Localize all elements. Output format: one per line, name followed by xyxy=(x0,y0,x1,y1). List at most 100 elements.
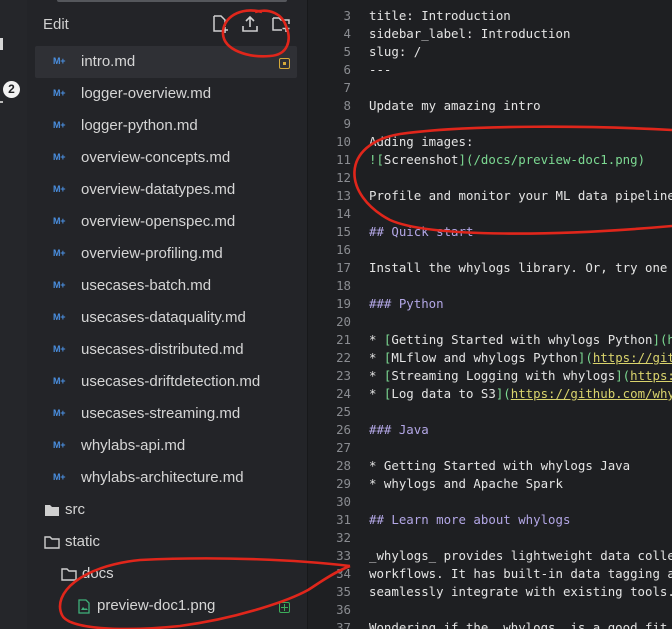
line-number: 32 xyxy=(336,530,351,545)
file-name: logger-python.md xyxy=(81,117,198,134)
line-number: 30 xyxy=(336,494,351,509)
folder-static[interactable]: static xyxy=(42,526,292,558)
code-line[interactable]: 10 Adding images: xyxy=(308,134,672,152)
code-line[interactable]: 9 xyxy=(308,116,672,134)
file-preview-doc1[interactable]: preview-doc1.png xyxy=(75,590,297,622)
markdown-icon: M+ xyxy=(53,184,66,194)
code-line[interactable]: 27 xyxy=(308,440,672,458)
file-item[interactable]: M+ logger-python.md xyxy=(35,110,297,142)
activity-bar: 2 xyxy=(0,0,28,629)
file-item[interactable]: M+ usecases-driftdetection.md xyxy=(35,366,297,398)
file-item[interactable]: M+ usecases-streaming.md xyxy=(35,398,297,430)
image-file-icon xyxy=(78,599,90,614)
code-line[interactable]: 29 * whylogs and Apache Spark xyxy=(308,476,672,494)
file-name: usecases-streaming.md xyxy=(81,405,241,422)
code-text: * [MLflow and whylogs Python](https://gi… xyxy=(369,350,672,365)
code-line[interactable]: 20 xyxy=(308,314,672,332)
code-line[interactable]: 6 --- xyxy=(308,62,672,80)
file-item[interactable]: M+ usecases-dataquality.md xyxy=(35,302,297,334)
code-line[interactable]: 3 title: Introduction xyxy=(308,8,672,26)
code-line[interactable]: 18 xyxy=(308,278,672,296)
code-line[interactable]: 5 slug: / xyxy=(308,44,672,62)
code-line[interactable]: 23 * [Streaming Logging with whylogs](htt… xyxy=(308,368,672,386)
line-number: 12 xyxy=(336,170,351,185)
code-line[interactable]: 28 * Getting Started with whylogs Java xyxy=(308,458,672,476)
added-status-icon xyxy=(279,602,290,613)
folder-open-icon xyxy=(61,568,77,581)
code-editor[interactable]: 3 title: Introduction 4 sidebar_label: Intr… xyxy=(308,0,672,629)
file-item[interactable]: M+ usecases-distributed.md xyxy=(35,334,297,366)
folder-icon xyxy=(45,505,59,516)
file-item[interactable]: M+ usecases-batch.md xyxy=(35,270,297,302)
line-number: 25 xyxy=(336,404,351,419)
code-line[interactable]: 8 Update my amazing intro xyxy=(308,98,672,116)
code-line[interactable]: 34 workflows. It has built-in data taggin… xyxy=(308,566,672,584)
line-number: 24 xyxy=(336,386,351,401)
line-number: 27 xyxy=(336,440,351,455)
file-name: logger-overview.md xyxy=(81,85,212,102)
code-text: * whylogs and Apache Spark xyxy=(369,476,563,491)
code-line[interactable]: 25 xyxy=(308,404,672,422)
code-line[interactable]: 13 Profile and monitor your ML data pipel… xyxy=(308,188,672,206)
file-item[interactable]: M+ whylabs-architecture.md xyxy=(35,462,297,494)
code-line[interactable]: 7 xyxy=(308,80,672,98)
scrollbar-top[interactable] xyxy=(57,0,287,2)
file-item[interactable]: M+ overview-profiling.md xyxy=(35,238,297,270)
activity-item-marker[interactable] xyxy=(0,38,3,50)
code-line[interactable]: 22 * [MLflow and whylogs Python](https://… xyxy=(308,350,672,368)
code-line[interactable]: 14 xyxy=(308,206,672,224)
file-item[interactable]: M+ overview-concepts.md xyxy=(35,142,297,174)
file-item[interactable]: M+ overview-openspec.md xyxy=(35,206,297,238)
markdown-icon: M+ xyxy=(53,280,66,290)
file-name: overview-datatypes.md xyxy=(81,181,236,198)
line-number: 17 xyxy=(336,260,351,275)
file-item[interactable]: M+ overview-datatypes.md xyxy=(35,174,297,206)
code-line[interactable]: 30 xyxy=(308,494,672,512)
code-line[interactable]: 36 xyxy=(308,602,672,620)
file-item[interactable]: M+ intro.md xyxy=(35,46,297,78)
folder-open-icon xyxy=(44,536,60,549)
markdown-icon: M+ xyxy=(53,56,66,66)
folder-name: docs xyxy=(82,565,114,582)
markdown-icon: M+ xyxy=(53,88,66,98)
line-number: 18 xyxy=(336,278,351,293)
folder-src[interactable]: src xyxy=(42,494,292,526)
code-text: --- xyxy=(369,62,392,77)
file-name: usecases-batch.md xyxy=(81,277,212,294)
code-text: workflows. It has built-in data tagging … xyxy=(369,566,672,581)
code-line[interactable]: 35 seamlessly integrate with existing too… xyxy=(308,584,672,602)
code-line[interactable]: 32 xyxy=(308,530,672,548)
notification-badge[interactable]: 2 xyxy=(3,81,20,98)
code-line[interactable]: 17 Install the whylogs library. Or, try o… xyxy=(308,260,672,278)
code-line[interactable]: 31 ## Learn more about whylogs xyxy=(308,512,672,530)
file-item[interactable]: M+ logger-overview.md xyxy=(35,78,297,110)
code-text: ## Quick start xyxy=(369,224,474,239)
file-name: preview-doc1.png xyxy=(97,597,216,614)
upload-icon[interactable] xyxy=(240,14,260,34)
new-file-icon[interactable] xyxy=(210,14,230,34)
markdown-icon: M+ xyxy=(53,408,66,418)
code-line[interactable]: 4 sidebar_label: Introduction xyxy=(308,26,672,44)
line-number: 14 xyxy=(336,206,351,221)
line-number: 21 xyxy=(336,332,351,347)
code-line[interactable]: 15 ## Quick start xyxy=(308,224,672,242)
code-line[interactable]: 26 ### Java xyxy=(308,422,672,440)
code-line[interactable]: 11 ![Screenshot](/docs/preview-doc1.png) xyxy=(308,152,672,170)
new-folder-icon[interactable] xyxy=(271,14,291,34)
code-line[interactable]: 21 * [Getting Started with whylogs Python… xyxy=(308,332,672,350)
markdown-icon: M+ xyxy=(53,472,66,482)
line-number: 11 xyxy=(336,152,351,167)
code-line[interactable]: 37 Wondering if the _whylogs_ is a good f… xyxy=(308,620,672,629)
code-text: _whylogs_ provides lightweight data coll… xyxy=(369,548,672,563)
file-item[interactable]: M+ whylabs-api.md xyxy=(35,430,297,462)
code-line[interactable]: 33 _whylogs_ provides lightweight data co… xyxy=(308,548,672,566)
explorer-header: Edit xyxy=(27,6,307,42)
code-text: * [Streaming Logging with whylogs](https… xyxy=(369,368,672,383)
explorer-title: Edit xyxy=(43,16,69,33)
code-line[interactable]: 16 xyxy=(308,242,672,260)
code-line[interactable]: 24 * [Log data to S3](https://github.com/… xyxy=(308,386,672,404)
code-line[interactable]: 12 xyxy=(308,170,672,188)
folder-docs[interactable]: docs xyxy=(59,558,294,590)
code-line[interactable]: 19 ### Python xyxy=(308,296,672,314)
file-name: usecases-dataquality.md xyxy=(81,309,246,326)
